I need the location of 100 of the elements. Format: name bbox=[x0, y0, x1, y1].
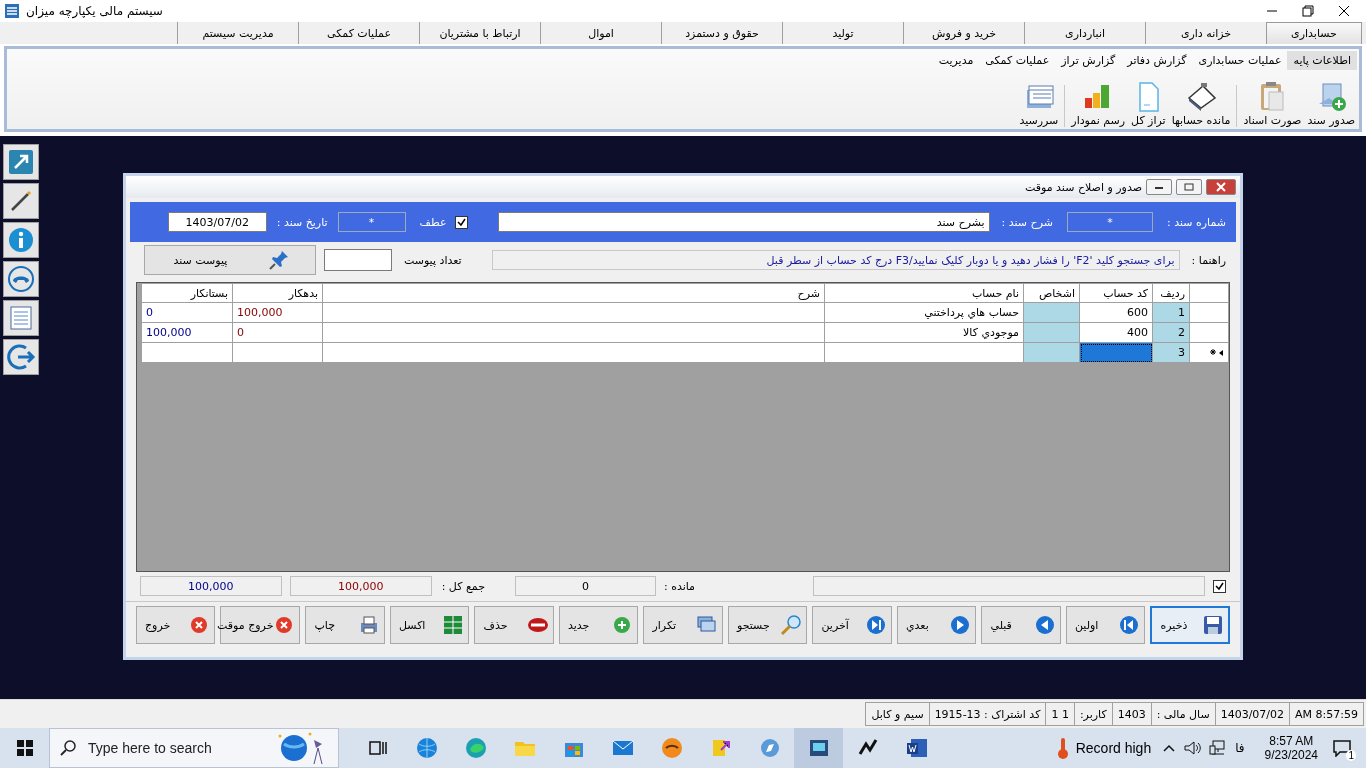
field-label: جمع کل : bbox=[441, 579, 485, 593]
input-field[interactable]: * bbox=[337, 212, 406, 232]
input-field[interactable]: 1403/07/02 bbox=[167, 212, 267, 232]
action-button[interactable]: آخرین bbox=[812, 606, 892, 644]
column-header[interactable]: ردیف bbox=[1152, 283, 1190, 303]
status-cell: سیم و کابل bbox=[865, 702, 930, 726]
new-row-icon bbox=[1210, 348, 1224, 357]
chevron-up-icon[interactable] bbox=[1163, 744, 1176, 752]
input-field[interactable] bbox=[323, 249, 392, 271]
column-header[interactable]: شرح bbox=[322, 283, 825, 303]
status-cell: 1403/07/02 bbox=[1214, 702, 1291, 726]
side-tool-button[interactable] bbox=[3, 144, 39, 180]
field-label: تعداد پیوست bbox=[403, 253, 462, 267]
action-button[interactable]: جستجو bbox=[728, 606, 808, 644]
action-button[interactable]: ذخیره bbox=[1150, 606, 1230, 644]
status-cell: 1 1 bbox=[1045, 702, 1075, 726]
toolbar-button[interactable]: مانده حسابها bbox=[1169, 80, 1233, 127]
toolbar-button[interactable]: رسم نمودار bbox=[1069, 80, 1128, 127]
menu-tab[interactable]: حسابداری bbox=[1266, 22, 1362, 44]
ribbon-tab[interactable]: مدیریت bbox=[932, 50, 980, 70]
save-icon bbox=[1202, 614, 1224, 636]
checkbox[interactable] bbox=[1213, 579, 1226, 593]
table-cell: 100,000 bbox=[141, 322, 233, 343]
window-title: سیستم مالی یکپارچه میزان bbox=[26, 4, 163, 18]
table-cell bbox=[1023, 322, 1080, 343]
restore-icon[interactable] bbox=[1302, 5, 1314, 17]
action-button[interactable]: خروج bbox=[136, 606, 216, 644]
pushpin-icon bbox=[268, 249, 291, 271]
status-cell: سال مالی : bbox=[1150, 702, 1216, 726]
column-header[interactable]: نام حساب bbox=[824, 283, 1024, 303]
column-header[interactable]: بستانکار bbox=[141, 283, 233, 303]
ribbon-tab[interactable]: گزارش تراز bbox=[1055, 50, 1122, 70]
side-tool-button[interactable] bbox=[3, 261, 39, 297]
action-button[interactable]: بعدي bbox=[897, 606, 977, 644]
table-cell: 600 bbox=[1079, 302, 1153, 323]
checkbox[interactable] bbox=[454, 215, 468, 229]
browser-icon bbox=[463, 736, 488, 760]
status-cell: AM 8:57:59 bbox=[1289, 702, 1364, 726]
side-tool-button[interactable] bbox=[3, 183, 39, 219]
exit-arrow-icon bbox=[6, 342, 36, 372]
field-label: راهنما : bbox=[1191, 253, 1226, 267]
column-header[interactable]: اشخاص bbox=[1023, 283, 1080, 303]
table-cell: 0 bbox=[232, 322, 323, 343]
table-cell: 400 bbox=[1079, 322, 1153, 343]
clock-date[interactable]: 9/23/2024 bbox=[1264, 748, 1318, 762]
minimize-button[interactable] bbox=[1146, 179, 1172, 195]
table-cell: موجودي كالا bbox=[824, 322, 1024, 343]
weather-label[interactable]: Record high bbox=[1069, 740, 1158, 756]
field-label: شماره سند : bbox=[1167, 215, 1226, 229]
action-button[interactable]: قبلي bbox=[981, 606, 1061, 644]
action-button[interactable]: تکرار bbox=[643, 606, 723, 644]
notification-count: 1 bbox=[1346, 750, 1356, 761]
clock-time[interactable]: 8:57 AM bbox=[1269, 734, 1314, 748]
thermometer-icon bbox=[1055, 736, 1070, 760]
action-button[interactable]: چاپ bbox=[305, 606, 385, 644]
column-header[interactable]: کد حساب bbox=[1079, 283, 1153, 303]
side-tool-button[interactable] bbox=[3, 222, 39, 258]
summary-field: 100,000 bbox=[289, 576, 432, 596]
search-field[interactable]: Type here to search bbox=[49, 728, 339, 768]
attach-button[interactable]: پیوست سند bbox=[143, 245, 316, 275]
previous-icon bbox=[1034, 614, 1056, 636]
ribbon-tab[interactable]: عملیات کمکی bbox=[979, 50, 1056, 70]
phone-icon bbox=[6, 264, 36, 294]
side-tool-button[interactable] bbox=[3, 339, 39, 375]
info-icon bbox=[6, 225, 36, 255]
next-icon bbox=[949, 614, 972, 636]
notification-icon[interactable] bbox=[1332, 739, 1352, 757]
action-button[interactable]: اکسل bbox=[390, 606, 470, 644]
ribbon-tab[interactable]: اطلاعات پایه bbox=[1287, 50, 1357, 70]
search-icon bbox=[780, 614, 803, 636]
ribbon-tab[interactable]: عملیات حسابداری bbox=[1192, 50, 1288, 70]
table-cell: 1 bbox=[1152, 302, 1190, 323]
ribbon-tab[interactable]: گزارش دفاتر bbox=[1121, 50, 1193, 70]
status-cell: کد اشتراک : 13-1915 bbox=[928, 702, 1047, 726]
close-button[interactable] bbox=[1206, 179, 1236, 195]
word-icon bbox=[904, 736, 929, 760]
summary-field: 0 bbox=[514, 576, 656, 596]
close-icon[interactable] bbox=[1338, 5, 1350, 17]
language-indicator[interactable]: فا bbox=[1235, 741, 1245, 755]
toolbar-button[interactable]: صورت اسناد bbox=[1241, 80, 1304, 127]
action-button[interactable]: جدید bbox=[559, 606, 639, 644]
windows-logo-icon bbox=[15, 739, 34, 757]
column-header[interactable]: بدهکار bbox=[232, 283, 323, 303]
printer-icon bbox=[358, 614, 380, 636]
globe-icon bbox=[414, 736, 439, 760]
search-icon bbox=[60, 740, 76, 756]
toolbar-button[interactable]: تراز کل bbox=[1129, 80, 1168, 127]
input-field[interactable]: بشرح سند bbox=[497, 212, 990, 232]
field-label: عطف bbox=[419, 215, 447, 229]
task-view-icon bbox=[367, 738, 388, 758]
network-icon[interactable] bbox=[1209, 740, 1228, 756]
status-cell: 1403 bbox=[1111, 702, 1152, 726]
check-icon bbox=[1215, 581, 1224, 591]
action-button[interactable]: حذف bbox=[474, 606, 554, 644]
input-field[interactable]: * bbox=[1067, 212, 1153, 232]
speaker-icon[interactable] bbox=[1183, 740, 1202, 756]
dialog-title: صدور و اصلاح سند موقت bbox=[1024, 180, 1142, 194]
toolbar-button[interactable]: سررسید bbox=[1017, 80, 1061, 127]
toolbar-button[interactable]: صدور سند bbox=[1305, 80, 1357, 127]
action-button[interactable]: اولین bbox=[1066, 606, 1146, 644]
